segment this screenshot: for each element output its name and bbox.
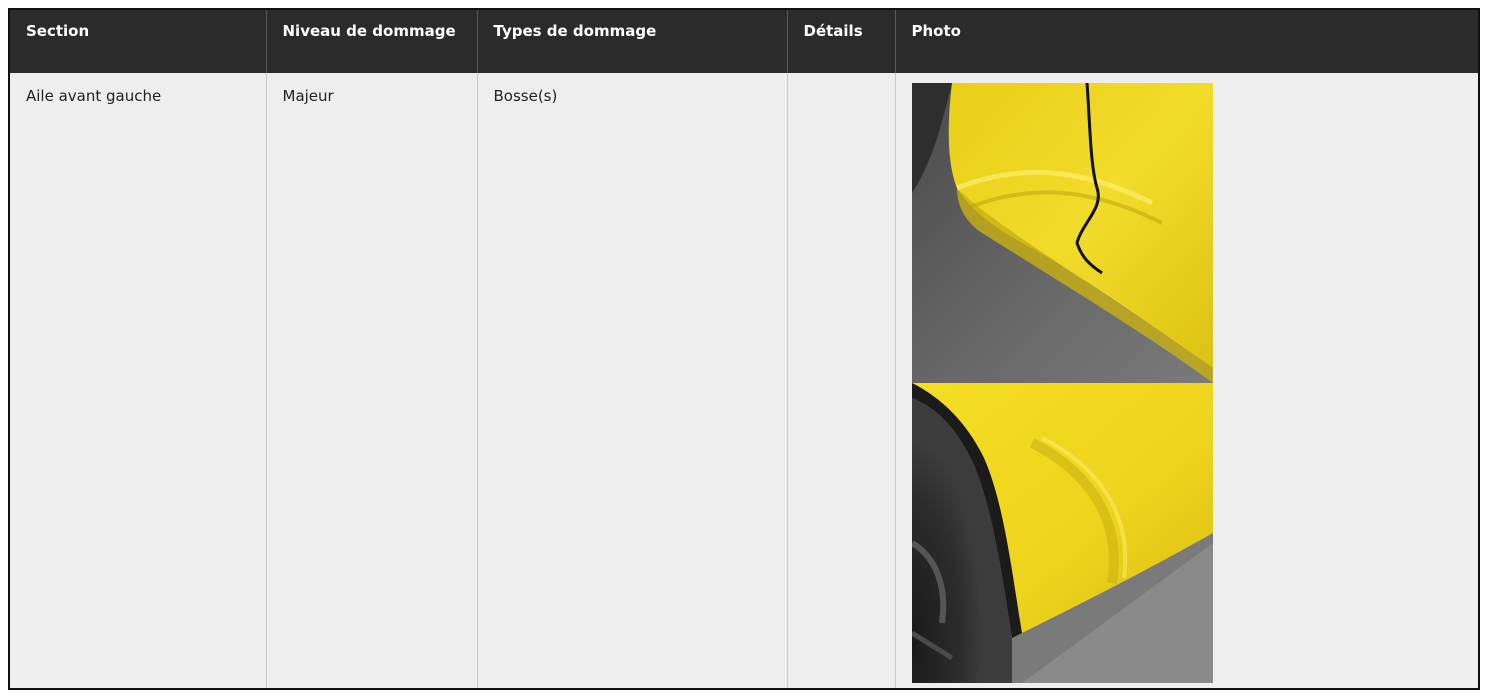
header-types-de-dommage: Types de dommage [477, 10, 788, 73]
damage-photo-1[interactable] [911, 83, 1213, 383]
table-row: Aile avant gauche Majeur Bosse(s) [10, 73, 1478, 688]
table-header-row: Section Niveau de dommage Types de domma… [10, 10, 1478, 73]
cell-types: Bosse(s) [477, 73, 788, 688]
header-section: Section [10, 10, 267, 73]
cell-section: Aile avant gauche [10, 73, 267, 688]
header-photo: Photo [895, 10, 1478, 73]
header-niveau-de-dommage: Niveau de dommage [266, 10, 478, 73]
cell-niveau: Majeur [266, 73, 478, 688]
damage-report-table: Section Niveau de dommage Types de domma… [10, 10, 1478, 688]
cell-details [787, 73, 896, 688]
cell-photo [895, 73, 1478, 688]
damage-report-table-frame: Section Niveau de dommage Types de domma… [8, 8, 1480, 690]
damage-photo-2[interactable] [911, 383, 1213, 683]
header-details: Détails [787, 10, 896, 73]
